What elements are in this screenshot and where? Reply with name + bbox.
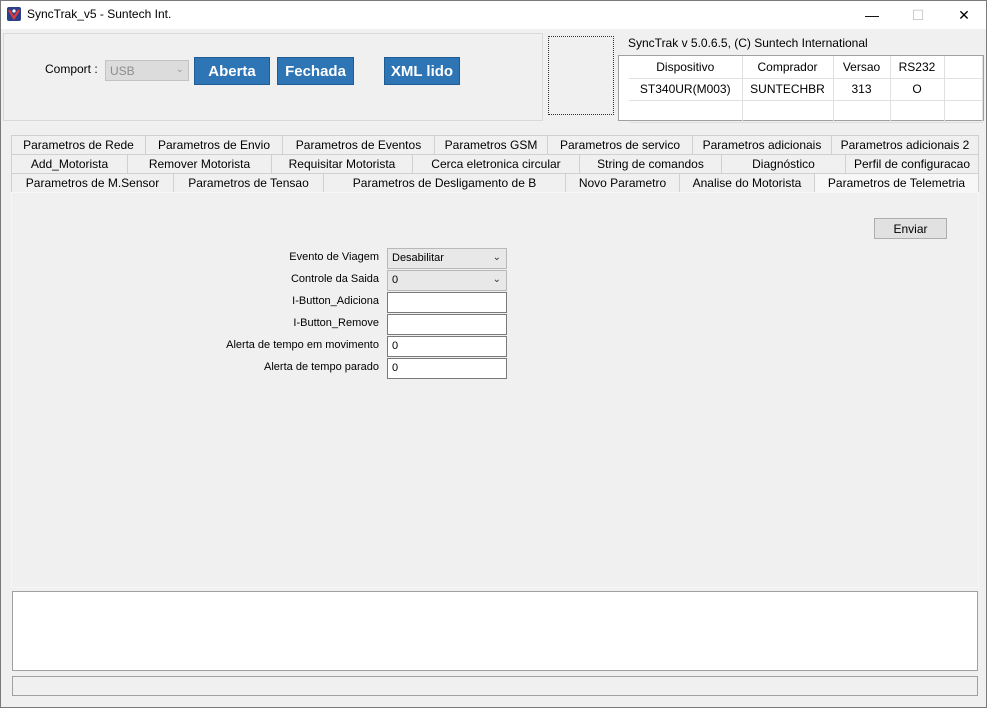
chevron-down-icon: ⌄ [175,64,184,75]
label-alerta-movimento: Alerta de tempo em movimento [226,339,379,351]
table-row: ST340UR(M003) SUNTECHBR 313 O [629,78,983,101]
label-ibutton-adiciona: I-Button_Adiciona [292,295,379,307]
cell-blank [890,100,945,123]
header-dispositivo: Dispositivo [629,56,743,79]
header-comprador: Comprador [742,56,834,79]
tab-diagnostico[interactable]: Diagnóstico [721,154,846,173]
table-header-row: Dispositivo Comprador Versao RS232 [629,56,983,79]
cell-versao: 313 [833,78,891,101]
tab-row-3: Parametros de M.Sensor Parametros de Ten… [11,173,979,192]
status-bar [12,676,978,696]
tab-add-motorista[interactable]: Add_Motorista [11,154,128,173]
cell-blank [944,100,983,123]
select-controle-saida[interactable]: 0 ⌄ [387,270,507,291]
maximize-button[interactable]: ☐ [895,1,941,29]
input-ibutton-adiciona[interactable] [387,292,507,313]
chevron-down-icon: ⌄ [492,274,501,285]
version-text: SyncTrak v 5.0.6.5, (C) Suntech Internat… [628,36,868,50]
header-versao: Versao [833,56,891,79]
tab-parametros-adicionais[interactable]: Parametros adicionais [692,135,832,154]
tab-parametros-adicionais-2[interactable]: Parametros adicionais 2 [831,135,979,154]
tab-string-comandos[interactable]: String de comandos [579,154,722,173]
tab-requisitar-motorista[interactable]: Requisitar Motorista [271,154,413,173]
tab-perfil-configuracao[interactable]: Perfil de configuracao [845,154,979,173]
select-evento-viagem[interactable]: Desabilitar ⌄ [387,248,507,269]
tab-parametros-tensao[interactable]: Parametros de Tensao [173,173,324,192]
xml-read-button[interactable]: XML lido [384,57,460,85]
tab-parametros-telemetria[interactable]: Parametros de Telemetria [814,173,979,192]
tab-parametros-gsm[interactable]: Parametros GSM [434,135,548,154]
tab-parametros-envio[interactable]: Parametros de Envio [145,135,283,154]
table-row [629,100,983,123]
tab-parametros-desligamento[interactable]: Parametros de Desligamento de B [323,173,566,192]
tab-row-2: Add_Motorista Remover Motorista Requisit… [11,154,979,173]
tab-cerca-eletronica[interactable]: Cerca eletronica circular [412,154,580,173]
window-title: SyncTrak_v5 - Suntech Int. [27,7,172,21]
tab-remover-motorista[interactable]: Remover Motorista [127,154,272,173]
app-icon [7,7,21,21]
tab-parametros-servico[interactable]: Parametros de servico [547,135,693,154]
minimize-button[interactable]: — [849,1,895,29]
header-empty [944,56,983,79]
input-alerta-movimento[interactable]: 0 [387,336,507,357]
cell-rs232: O [890,78,945,101]
logo-placeholder [548,36,614,115]
label-ibutton-remove: I-Button_Remove [293,317,379,329]
cell-blank [742,100,834,123]
tab-row-1: Parametros de Rede Parametros de Envio P… [11,135,979,154]
comport-select[interactable]: USB ⌄ [105,60,189,81]
tab-novo-parametro[interactable]: Novo Parametro [565,173,680,192]
telemetry-panel: Enviar Evento de Viagem Desabilitar ⌄ Co… [11,192,979,588]
open-button[interactable]: Aberta [194,57,270,85]
send-button[interactable]: Enviar [874,218,947,239]
header-rs232: RS232 [890,56,945,79]
tab-parametros-msensor[interactable]: Parametros de M.Sensor [11,173,174,192]
label-alerta-parado: Alerta de tempo parado [264,361,379,373]
cell-blank [833,100,891,123]
value-controle-saida: 0 [392,274,399,286]
connection-panel: Comport : USB ⌄ Aberta Fechada XML lido [3,33,543,121]
input-alerta-parado[interactable]: 0 [387,358,507,379]
chevron-down-icon: ⌄ [492,252,501,263]
input-ibutton-remove[interactable] [387,314,507,335]
tab-parametros-rede[interactable]: Parametros de Rede [11,135,146,154]
cell-blank [629,100,743,123]
close-port-button[interactable]: Fechada [277,57,354,85]
device-info-table: Dispositivo Comprador Versao RS232 ST340… [618,55,984,123]
log-textarea[interactable] [12,591,978,671]
tab-analise-motorista[interactable]: Analise do Motorista [679,173,815,192]
close-button[interactable]: ✕ [941,1,987,29]
tab-parametros-eventos[interactable]: Parametros de Eventos [282,135,435,154]
comport-value: USB [110,64,135,78]
cell-empty [944,78,983,101]
label-controle-saida: Controle da Saida [290,273,379,285]
value-evento-viagem: Desabilitar [392,252,444,264]
cell-comprador: SUNTECHBR [742,78,834,101]
comport-label: Comport : [45,62,98,76]
cell-dispositivo: ST340UR(M003) [629,78,743,101]
label-evento-viagem: Evento de Viagem [289,251,379,263]
title-bar: SyncTrak_v5 - Suntech Int. — ☐ ✕ [1,1,986,29]
